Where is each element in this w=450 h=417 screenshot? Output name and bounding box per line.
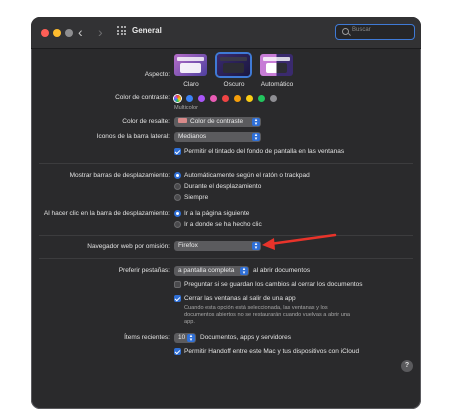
annotation-arrow-icon [262,233,337,250]
